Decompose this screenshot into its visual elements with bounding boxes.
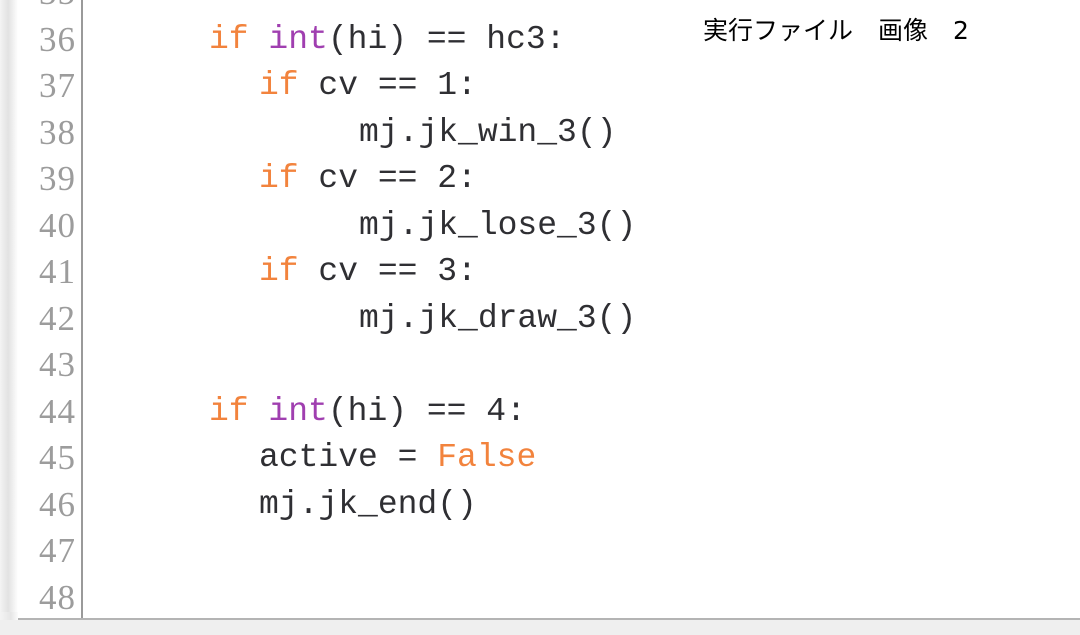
editor-bottom-left-corner <box>0 612 18 620</box>
line-number: 39 <box>39 159 76 198</box>
code-line[interactable]: mj.jk_win_3() <box>83 110 1080 157</box>
editor-left-edge-strip <box>0 0 18 620</box>
code-line[interactable] <box>83 528 1080 575</box>
line-number: 38 <box>39 112 76 152</box>
code-line[interactable]: active = False <box>83 435 1080 482</box>
code-token-keyword: if <box>259 160 319 197</box>
code-token-constant: False <box>437 439 537 476</box>
line-number: 37 <box>39 66 76 105</box>
code-token-plain: cv == 3: <box>318 253 477 290</box>
code-token-keyword: if <box>209 20 269 58</box>
code-token-keyword: if <box>259 67 319 104</box>
code-token-plain: mj.jk_win_3() <box>359 113 617 151</box>
line-number: 48 <box>39 577 76 617</box>
code-token-plain: active = <box>259 439 438 476</box>
code-token-keyword: if <box>209 392 269 430</box>
code-token-plain: mj.jk_end() <box>259 485 477 523</box>
code-text-area[interactable]: if int(hi) == hc3: if cv == 1: mj.jk_win_3… <box>83 0 1080 621</box>
code-token-plain: (hi) == 4: <box>327 392 526 430</box>
code-line[interactable]: if cv == 2: <box>83 156 1080 203</box>
line-number: 43 <box>39 345 76 384</box>
editor-bottom-chrome-strip <box>0 620 1080 635</box>
code-token-keyword: if <box>259 253 319 290</box>
code-line[interactable]: mj.jk_lose_3() <box>83 203 1080 250</box>
code-token-plain: mj.jk_draw_3() <box>359 299 637 337</box>
code-line[interactable] <box>83 575 1080 622</box>
line-number: 36 <box>39 19 76 59</box>
code-line[interactable]: if cv == 1: <box>83 63 1080 110</box>
line-number: 40 <box>39 205 76 245</box>
code-token-builtin: int <box>268 20 328 58</box>
code-token-plain: cv == 2: <box>318 160 477 197</box>
code-line[interactable]: if int(hi) == 4: <box>83 389 1080 436</box>
line-number: 41 <box>39 252 76 291</box>
line-number: 35 <box>18 0 76 17</box>
code-line[interactable] <box>83 0 1080 17</box>
code-line[interactable] <box>83 342 1080 389</box>
code-line[interactable]: if cv == 3: <box>83 249 1080 296</box>
code-token-plain: cv == 1: <box>318 67 477 104</box>
code-token-plain: mj.jk_lose_3() <box>359 206 637 244</box>
code-token-builtin: int <box>268 392 328 430</box>
code-line[interactable]: mj.jk_end() <box>83 482 1080 529</box>
line-number: 42 <box>39 298 76 338</box>
line-number: 47 <box>39 531 76 570</box>
image-caption-annotation: 実行ファイル 画像 2 <box>703 16 969 45</box>
line-number: 45 <box>39 438 76 477</box>
line-number-column: 35 36 37 38 39 40 41 42 43 44 45 46 47 48 <box>18 0 76 621</box>
code-token-plain: (hi) == hc3: <box>327 20 566 58</box>
line-number: 44 <box>39 391 76 431</box>
code-editor-window: 3536373839404142434445464748 if int(hi) … <box>0 0 1080 635</box>
line-number: 46 <box>39 484 76 524</box>
code-line[interactable]: mj.jk_draw_3() <box>83 296 1080 343</box>
